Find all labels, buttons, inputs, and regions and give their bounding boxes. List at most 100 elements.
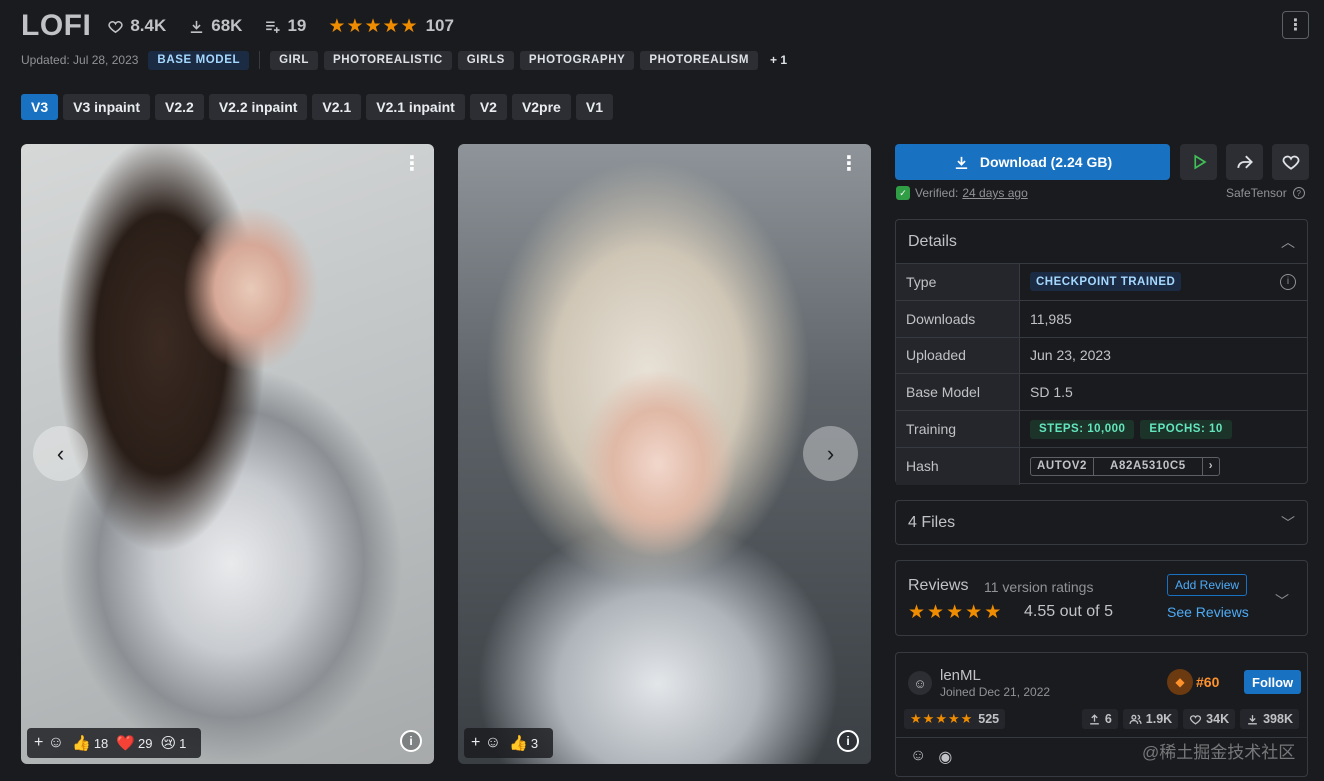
updated-date: Updated: Jul 28, 2023 — [21, 53, 139, 67]
reaction-count: 3 — [530, 735, 539, 751]
model-title: LOFI — [21, 9, 92, 42]
huggingface-icon[interactable]: ☺ — [910, 747, 926, 767]
run-button[interactable] — [1180, 144, 1217, 180]
tag-girl[interactable]: GIRL — [270, 50, 318, 70]
watermark: @稀土掘金技术社区 — [1142, 743, 1296, 762]
creator-downloads: 398K — [1240, 709, 1299, 729]
chevron-left-icon: ‹ — [56, 440, 65, 466]
chevron-down-icon[interactable]: ﹀ — [1275, 591, 1289, 611]
image-menu-icon[interactable]: ⋮ — [402, 154, 422, 174]
detail-row-type: Type CHECKPOINT TRAINED i — [896, 264, 1307, 301]
reaction-thumbs-up[interactable]: 👍 18 — [72, 734, 108, 752]
creator-rating-count: 525 — [978, 712, 1000, 726]
help-icon[interactable]: ? — [1292, 187, 1305, 199]
detail-label: Training — [896, 411, 1020, 447]
info-icon: i — [846, 734, 850, 748]
likes-stat: 8.4K — [107, 16, 166, 36]
version-tab-v1[interactable]: V1 — [575, 94, 613, 120]
reaction-thumbs-up[interactable]: 👍 3 — [509, 734, 538, 752]
chevron-down-icon: ﹀ — [1281, 514, 1295, 531]
star-icon: ★ — [364, 15, 382, 37]
collections-count: 19 — [287, 16, 307, 35]
rank-icon: ◆ — [1167, 669, 1193, 695]
version-tab-v2-2-inpaint[interactable]: V2.2 inpaint — [208, 94, 308, 120]
creator-name[interactable]: lenML — [940, 667, 981, 684]
detail-label: Downloads — [896, 300, 1020, 337]
more-options-button[interactable]: ⋮ — [1282, 11, 1309, 39]
detail-row-hash: Hash AUTOV2 A82A5310C5 › — [896, 447, 1307, 485]
version-tab-v2-2[interactable]: V2.2 — [155, 94, 204, 120]
share-icon — [1236, 155, 1253, 169]
version-tab-v3-inpaint[interactable]: V3 inpaint — [63, 94, 151, 120]
more-tags-button[interactable]: + 1 — [770, 53, 787, 67]
version-tab-v2-1[interactable]: V2.1 — [312, 94, 362, 120]
star-icon: ★ — [984, 602, 1002, 623]
add-reaction-button[interactable]: + ☺ — [471, 734, 501, 752]
version-tab-v2pre[interactable]: V2pre — [511, 94, 571, 120]
detail-value: Jun 23, 2023 — [1030, 347, 1111, 364]
tag-girls[interactable]: GIRLS — [457, 50, 514, 70]
thumbs-up-icon: 👍 — [72, 735, 91, 752]
collections-stat: 19 — [264, 16, 306, 36]
image-info-button[interactable]: i — [400, 730, 422, 752]
image-menu-icon[interactable]: ⋮ — [839, 154, 859, 174]
files-panel[interactable]: 4 Files ﹀ — [895, 500, 1308, 545]
details-header[interactable]: Details ︿ — [896, 220, 1307, 264]
add-review-button[interactable]: Add Review — [1167, 574, 1248, 596]
file-format: SafeTensor ? — [1226, 186, 1305, 200]
info-icon[interactable]: i — [1280, 273, 1296, 290]
reviews-stars: ★ ★ ★ ★ ★ — [908, 601, 1003, 624]
detail-row-downloads: Downloads 11,985 — [896, 300, 1307, 338]
vertical-dots-icon: ⋮ — [1287, 17, 1304, 34]
tag-photorealism[interactable]: PHOTOREALISM — [640, 50, 759, 70]
follow-button[interactable]: Follow — [1244, 670, 1302, 694]
upload-icon — [1089, 713, 1099, 724]
heart-icon — [1282, 155, 1299, 170]
reaction-count: 18 — [93, 735, 109, 751]
verified-date-link[interactable]: 24 days ago — [962, 186, 1027, 200]
creator-stats: ★ ★ ★ ★ ★ 525 6 1.9K 34K 398K — [904, 709, 1299, 729]
gallery-image[interactable]: ⋮ › + ☺ 👍 3 i — [458, 144, 871, 764]
model-header: LOFI 8.4K 68K 19 ★ ★ ★ ★ ★ 107 — [21, 8, 454, 44]
star-icon: ★ — [947, 711, 960, 726]
details-title: Details — [908, 232, 957, 250]
star-icon: ★ — [965, 602, 983, 623]
tag-photography[interactable]: PHOTOGRAPHY — [519, 50, 635, 70]
avatar[interactable]: ☺ — [908, 671, 932, 695]
reviews-panel: Reviews 11 version ratings ★ ★ ★ ★ ★ 4.5… — [895, 560, 1308, 636]
discord-icon[interactable]: ◉ — [938, 747, 952, 767]
creator-joined: Joined Dec 21, 2022 — [940, 685, 1051, 699]
reaction-heart[interactable]: ❤️ 29 — [116, 734, 152, 752]
heart-icon — [1190, 714, 1202, 725]
detail-row-base-model: Base Model SD 1.5 — [896, 374, 1307, 412]
reviews-title: Reviews — [908, 577, 969, 594]
favorite-button[interactable] — [1272, 144, 1309, 180]
next-image-button[interactable]: › — [803, 426, 858, 481]
format-label: SafeTensor — [1226, 186, 1287, 200]
detail-value: SD 1.5 — [1030, 384, 1073, 401]
reaction-sad[interactable]: 😢 1 — [160, 734, 186, 752]
version-tab-v2-1-inpaint[interactable]: V2.1 inpaint — [366, 94, 465, 120]
star-icon: ★ — [935, 711, 947, 726]
reaction-count: 29 — [137, 735, 153, 751]
see-reviews-link[interactable]: See Reviews — [1167, 604, 1249, 620]
likes-count: 8.4K — [130, 16, 167, 35]
share-button[interactable] — [1226, 144, 1263, 180]
chevron-right-icon[interactable]: › — [1203, 458, 1219, 475]
version-tab-v2[interactable]: V2 — [469, 94, 507, 120]
heart-icon — [108, 20, 123, 33]
image-info-button[interactable]: i — [837, 730, 859, 752]
divider — [259, 51, 261, 69]
tag-photorealistic[interactable]: PHOTOREALISTIC — [323, 50, 452, 70]
thumbs-up-icon: 👍 — [509, 735, 528, 752]
gallery-image[interactable]: ⋮ ‹ + ☺ 👍 18 ❤️ 29 😢 1 i — [21, 144, 434, 764]
download-button[interactable]: Download (2.24 GB) — [895, 144, 1170, 180]
creator-links: ☺ ◉ — [910, 747, 964, 767]
add-reaction-button[interactable]: + ☺ — [34, 734, 64, 752]
shield-check-icon: ✓ — [896, 186, 910, 200]
version-tab-v3[interactable]: V3 — [21, 94, 59, 120]
version-tabs: V3 V3 inpaint V2.2 V2.2 inpaint V2.1 V2.… — [21, 94, 618, 120]
previous-image-button[interactable]: ‹ — [33, 426, 88, 481]
sad-face-icon: 😢 — [160, 735, 177, 752]
hash-box[interactable]: AUTOV2 A82A5310C5 › — [1030, 456, 1221, 476]
